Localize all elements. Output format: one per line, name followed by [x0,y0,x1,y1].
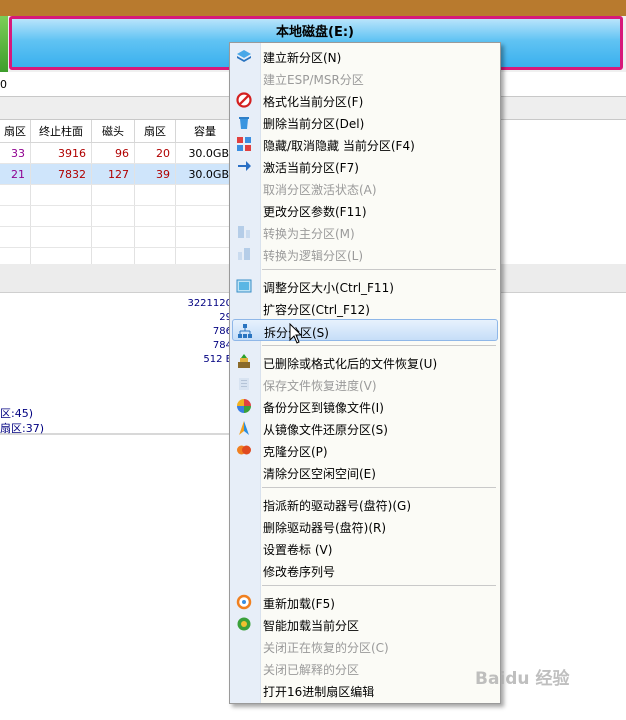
mouse-cursor-icon [289,323,303,344]
partition-context-menu: 建立新分区(N) 建立ESP/MSR分区 格式化当前分区(F) 删除当前分区(D… [229,42,501,704]
menu-item-extend[interactable]: 扩容分区(Ctrl_F12) [232,297,498,319]
cell-head: 96 [91,142,135,164]
menu-item-change-serial[interactable]: 修改卷序列号 [232,559,498,581]
table-row [0,184,235,206]
activate-icon [238,161,251,171]
col-header-end-cylinder[interactable]: 终止柱面 [30,120,92,143]
menu-item-smart-load[interactable]: 智能加载当前分区 [232,613,498,635]
reload-icon [236,594,252,610]
menu-separator [262,269,496,270]
menu-item-recover-files[interactable]: 已删除或格式化后的文件恢复(U) [232,351,498,373]
menu-item-backup-image[interactable]: 备份分区到镜像文件(I) [232,395,498,417]
menu-item-wipe-free[interactable]: 清除分区空闲空间(E) [232,461,498,483]
info-value: 29 [219,312,232,323]
partition-label: 本地磁盘(E:) [276,25,354,40]
menu-item-reload[interactable]: 重新加载(F5) [232,591,498,613]
menu-item-to-logical: 转换为逻辑分区(L) [232,243,498,265]
menu-item-assign-letter[interactable]: 指派新的驱动器号(盘符)(G) [232,493,498,515]
partition-table: 扇区 终止柱面 磁头 扇区 容量 33 3916 96 20 30.0GB 21… [0,120,235,269]
menu-item-delete[interactable]: 删除当前分区(Del) [232,111,498,133]
cell-sector-2: 39 [134,163,176,185]
table-row [0,205,235,227]
trash-icon [239,117,249,129]
save-progress-icon [239,378,249,390]
menu-item-new-esp: 建立ESP/MSR分区 [263,73,364,87]
menu-separator [262,487,496,488]
cell-sector-2: 20 [134,142,176,164]
smart-load-icon [237,617,251,631]
clone-icon [237,445,251,455]
menu-separator [262,345,496,346]
watermark: Baidu 经验 [475,669,570,689]
info-value: 3221120 [187,298,232,309]
new-partition-icon [237,50,251,62]
disk-left-value: 0 [0,78,7,91]
menu-item-set-label[interactable]: 设置卷标 (V) [232,537,498,559]
menu-item-remove-letter[interactable]: 删除驱动器号(盘符)(R) [232,515,498,537]
menu-item-resize[interactable]: 调整分区大小(Ctrl_F11) [232,275,498,297]
menu-item-hide[interactable]: 隐藏/取消隐藏 当前分区(F4) [232,133,498,155]
menu-item-restore-image[interactable]: 从镜像文件还原分区(S) [232,417,498,439]
convert-primary-icon [238,226,250,238]
resize-icon [236,279,252,293]
cell-end-cylinder: 3916 [30,142,92,164]
menu-item-deactivate: 取消分区激活状态(A) [263,183,377,197]
menu-separator [262,585,496,586]
table-row[interactable]: 21 7832 127 39 30.0GB [0,163,235,185]
table-row[interactable]: 33 3916 96 20 30.0GB [0,142,235,164]
menu-item-change-params[interactable]: 更改分区参数(F11) [232,199,498,221]
menu-item-activate[interactable]: 激活当前分区(F7) [232,155,498,177]
col-header-sector[interactable]: 扇区 [0,120,31,143]
top-bar [0,0,626,16]
convert-logical-icon [238,248,250,260]
cell-sector: 21 [0,163,31,185]
cell-end-cylinder: 7832 [30,163,92,185]
col-header-capacity[interactable]: 容量 [175,120,235,143]
table-row [0,226,235,248]
menu-item-to-primary: 转换为主分区(M) [232,221,498,243]
split-icon [238,324,252,338]
menu-item-save-progress: 保存文件恢复进度(V) [232,373,498,395]
recover-files-icon [238,354,250,368]
menu-item-clone[interactable]: 克隆分区(P) [232,439,498,461]
menu-item-new-partition[interactable]: 建立新分区(N) [232,45,498,67]
cell-capacity: 30.0GB [175,163,235,185]
menu-item-hex-editor[interactable]: 打开16进制扇区编辑 [232,679,498,701]
menu-item-close-interpreted: 关闭已解释的分区 [263,663,360,677]
cell-capacity: 30.0GB [175,142,235,164]
cell-sector: 33 [0,142,31,164]
menu-item-split[interactable]: 拆分分区(S) [232,319,498,341]
col-header-head[interactable]: 磁头 [91,120,135,143]
restore-image-icon [239,421,249,435]
free-space-strip[interactable] [0,16,8,72]
info-line: 区:45) [0,407,33,420]
table-header: 扇区 终止柱面 磁头 扇区 容量 [0,120,235,143]
backup-image-icon [237,399,251,413]
menu-item-close-recovering: 关闭正在恢复的分区(C) [263,641,389,655]
col-header-sector-2[interactable]: 扇区 [134,120,176,143]
info-line: 扇区:37) [0,422,44,435]
info-value: 786 [212,326,232,337]
cell-head: 127 [91,163,135,185]
info-value: 512 E [203,354,232,365]
info-value: 784 [212,340,232,351]
no-entry-icon [236,92,252,108]
hide-partition-icon [237,137,251,151]
menu-item-format[interactable]: 格式化当前分区(F) [232,89,498,111]
